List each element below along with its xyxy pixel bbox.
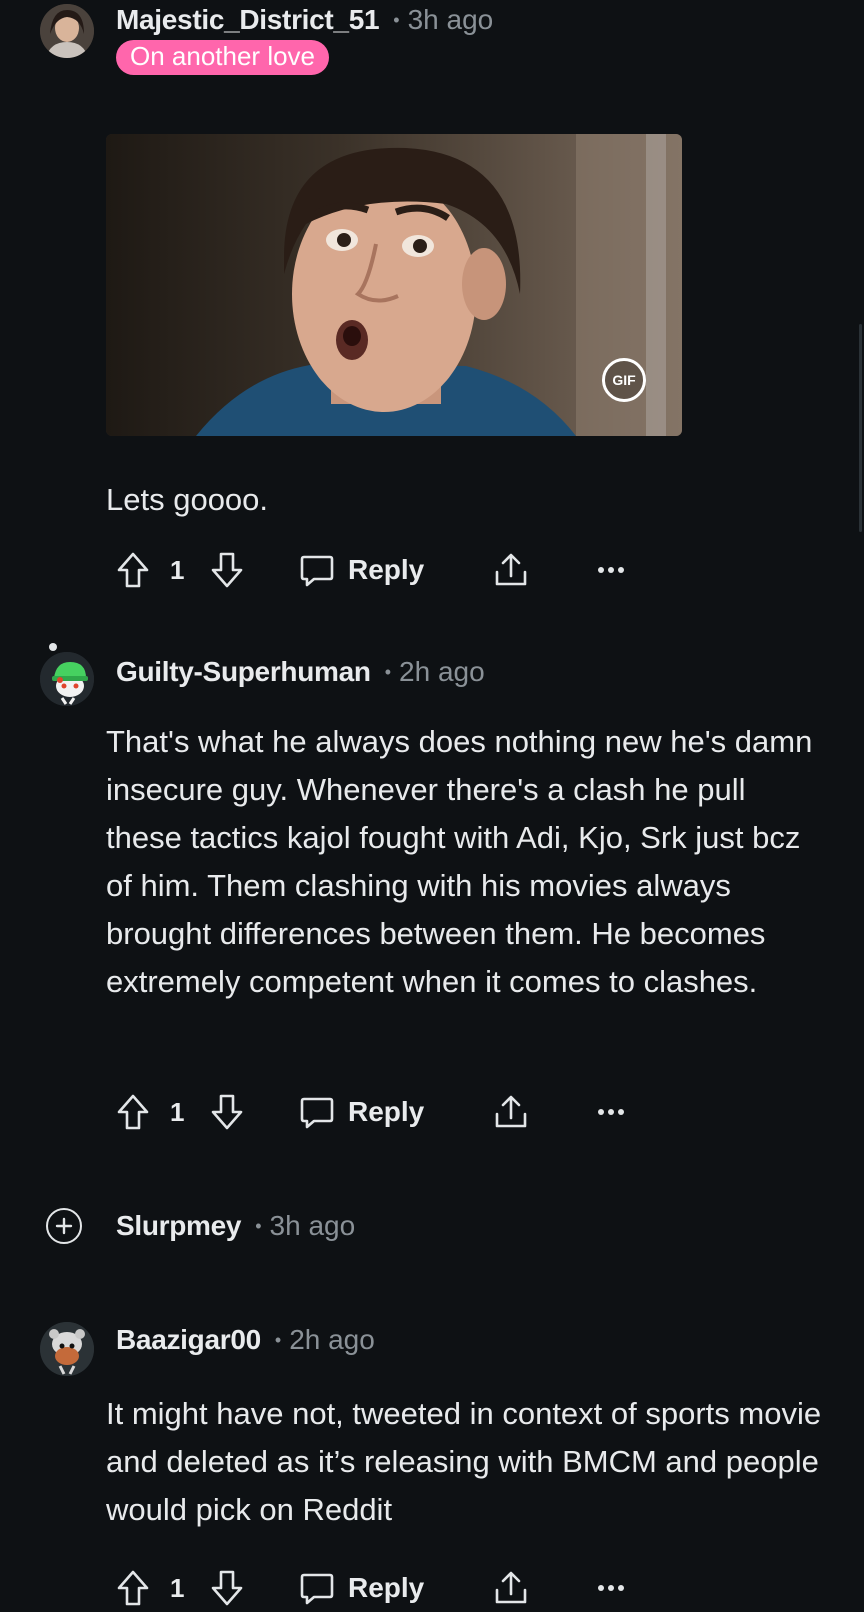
online-indicator	[49, 643, 57, 651]
user-flair: On another love	[116, 40, 330, 75]
separator-dot: •	[384, 661, 392, 682]
reply-button[interactable]: Reply	[298, 546, 424, 594]
username[interactable]: Baazigar00	[116, 1324, 261, 1356]
upvote-button[interactable]	[116, 546, 150, 594]
downvote-icon	[211, 1570, 243, 1606]
comment-actions: 1 Reply	[116, 546, 636, 594]
avatar[interactable]	[40, 4, 94, 58]
comment-bubble-icon	[300, 1573, 334, 1605]
comment-actions: 1 Reply	[116, 1088, 636, 1136]
comment-text: That's what he always does nothing new h…	[106, 724, 813, 999]
expand-button[interactable]	[46, 1208, 82, 1244]
comment-header: Baazigar00 • 2h ago	[116, 1322, 375, 1358]
reply-button[interactable]: Reply	[298, 1564, 424, 1612]
downvote-icon	[211, 552, 243, 588]
gif-badge: GIF	[602, 358, 646, 402]
share-icon	[495, 553, 527, 586]
username[interactable]: Slurpmey	[116, 1210, 242, 1242]
username[interactable]: Majestic_District_51	[116, 4, 380, 36]
gif-media[interactable]: GIF	[106, 134, 682, 436]
vote-count: 1	[170, 1096, 185, 1127]
share-icon	[495, 1571, 527, 1604]
vote-count: 1	[170, 554, 185, 585]
upvote-icon	[117, 552, 149, 588]
more-options-icon	[598, 567, 624, 573]
upvote-button[interactable]	[116, 1088, 150, 1136]
more-options-button[interactable]	[596, 546, 626, 594]
timestamp: 2h ago	[289, 1324, 375, 1355]
timestamp: 3h ago	[407, 4, 494, 35]
share-icon	[495, 1095, 527, 1128]
share-button[interactable]	[492, 546, 530, 594]
username[interactable]: Guilty-Superhuman	[116, 656, 371, 688]
vote-count: 1	[170, 1572, 185, 1603]
more-options-icon	[598, 1585, 624, 1591]
separator-dot: •	[255, 1215, 262, 1236]
separator-dot: •	[393, 9, 400, 30]
scrollbar[interactable]	[859, 324, 862, 532]
more-options-button[interactable]	[596, 1088, 626, 1136]
upvote-button[interactable]	[116, 1564, 150, 1612]
timestamp: 2h ago	[399, 656, 485, 687]
downvote-button[interactable]	[210, 1564, 244, 1612]
downvote-button[interactable]	[210, 1088, 244, 1136]
upvote-icon	[117, 1570, 149, 1606]
expand-plus-icon	[55, 1217, 73, 1235]
share-button[interactable]	[492, 1564, 530, 1612]
avatar[interactable]	[40, 1322, 94, 1376]
share-button[interactable]	[492, 1088, 530, 1136]
reply-button[interactable]: Reply	[298, 1088, 424, 1136]
separator-dot: •	[274, 1329, 282, 1350]
downvote-icon	[211, 1094, 243, 1130]
comment-bubble-icon	[300, 555, 334, 587]
upvote-icon	[117, 1094, 149, 1130]
more-options-icon	[598, 1109, 624, 1115]
comment-actions: 1 Reply	[116, 1564, 636, 1612]
comment-text: It might have not, tweeted in context of…	[106, 1396, 822, 1527]
timestamp: 3h ago	[269, 1210, 356, 1241]
comment-header: Slurpmey • 3h ago	[116, 1208, 355, 1244]
comment-bubble-icon	[300, 1097, 334, 1129]
more-options-button[interactable]	[596, 1564, 626, 1612]
downvote-button[interactable]	[210, 546, 244, 594]
comment-header: Guilty-Superhuman • 2h ago	[116, 654, 485, 690]
comment-text: Lets goooo.	[106, 482, 269, 517]
comment-header: Majestic_District_51 • 3h ago	[116, 2, 493, 38]
avatar[interactable]	[40, 652, 94, 706]
